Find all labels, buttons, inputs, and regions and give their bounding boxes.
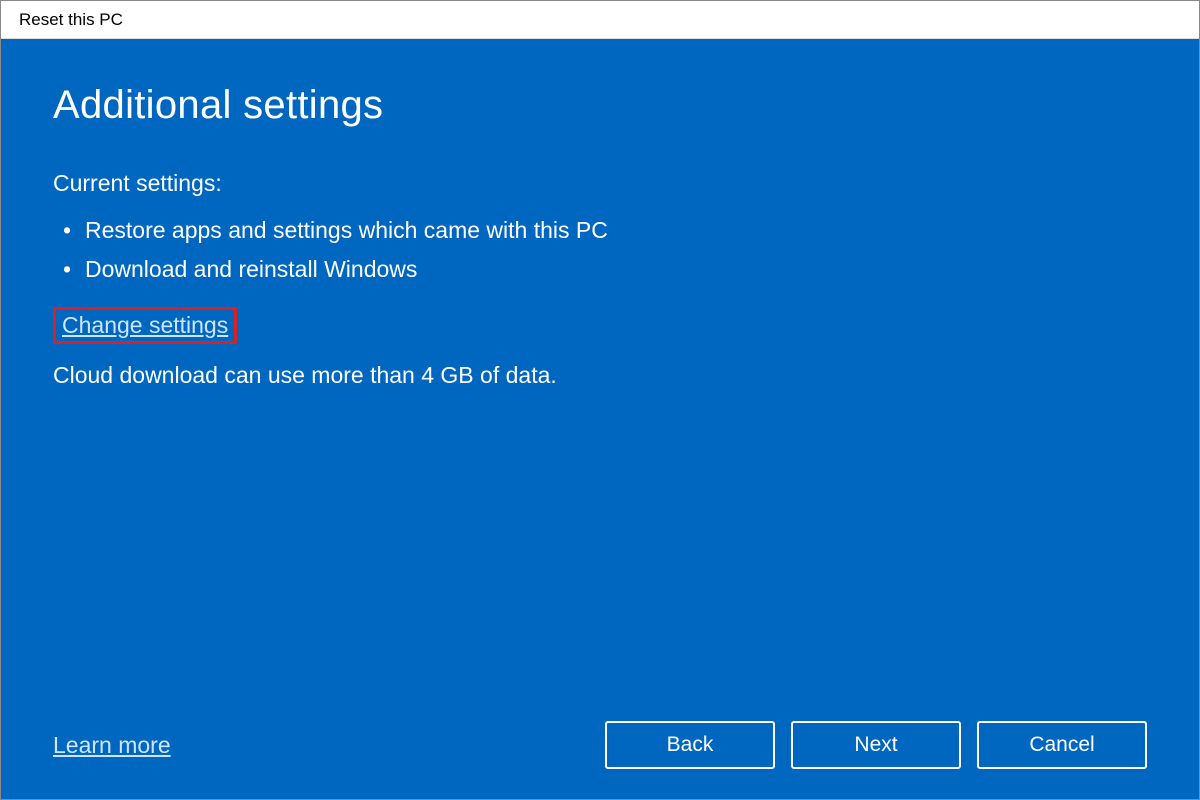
dialog-window: Reset this PC Additional settings Curren…	[0, 0, 1200, 800]
list-item: Download and reinstall Windows	[59, 250, 1147, 289]
current-settings-label: Current settings:	[53, 170, 1147, 197]
next-button[interactable]: Next	[791, 721, 961, 769]
cancel-button[interactable]: Cancel	[977, 721, 1147, 769]
learn-more-link[interactable]: Learn more	[53, 732, 171, 759]
annotation-highlight: Change settings	[53, 307, 237, 344]
content-area: Additional settings Current settings: Re…	[1, 39, 1199, 799]
settings-list: Restore apps and settings which came wit…	[59, 211, 1147, 289]
titlebar: Reset this PC	[1, 1, 1199, 39]
list-item: Restore apps and settings which came wit…	[59, 211, 1147, 250]
button-row: Back Next Cancel	[605, 721, 1147, 769]
back-button[interactable]: Back	[605, 721, 775, 769]
footer: Learn more Back Next Cancel	[53, 701, 1147, 775]
change-settings-link[interactable]: Change settings	[62, 312, 228, 338]
page-title: Additional settings	[53, 83, 1147, 128]
cloud-download-note: Cloud download can use more than 4 GB of…	[53, 362, 1147, 389]
window-title: Reset this PC	[19, 10, 123, 30]
